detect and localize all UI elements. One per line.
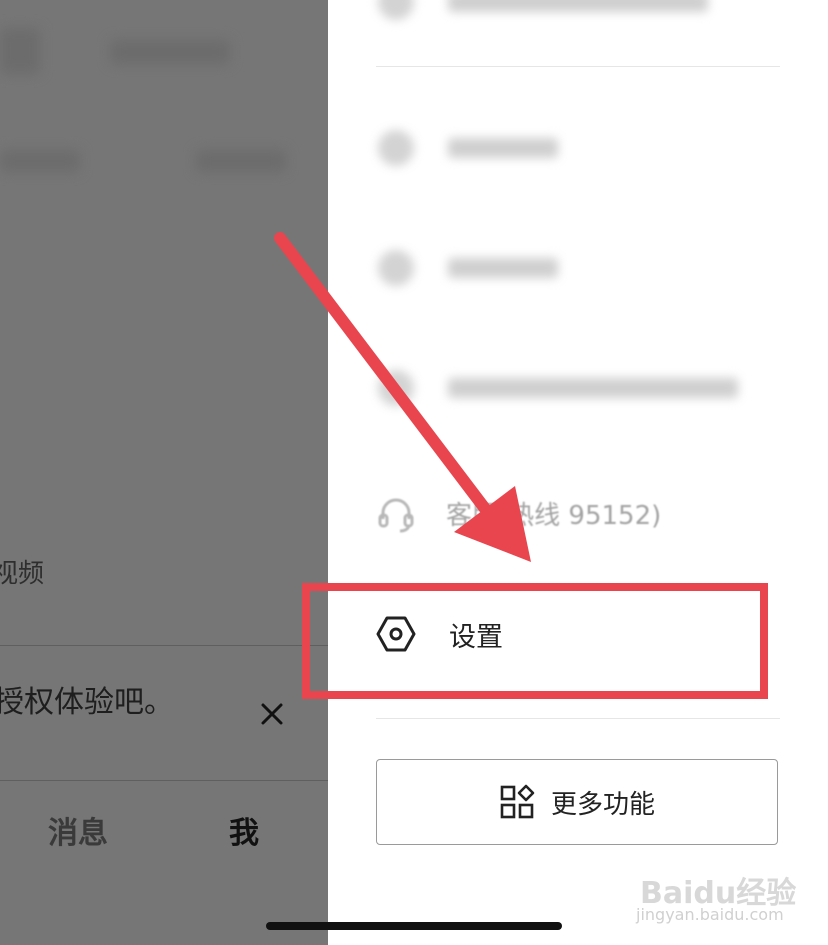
menu-item-icon: [378, 250, 414, 286]
menu-item-customer-service[interactable]: 客服(热线 95152): [376, 493, 661, 533]
menu-item-text-blurred: [448, 0, 708, 12]
divider: [0, 780, 328, 781]
more-features-button[interactable]: 更多功能: [376, 759, 778, 845]
menu-item-text-blurred: [448, 138, 558, 158]
more-features-label: 更多功能: [550, 789, 655, 820]
menu-item-text-blurred: [448, 378, 738, 398]
divider: [0, 645, 328, 646]
menu-item-icon: [378, 370, 414, 406]
authorization-banner-text: 授权体验吧。: [0, 685, 174, 720]
tab-me[interactable]: 我: [229, 808, 259, 852]
tab-messages[interactable]: 消息: [48, 808, 108, 852]
divider: [376, 66, 780, 67]
highlight-box: [302, 583, 768, 699]
menu-item-icon: [378, 130, 414, 166]
menu-item-text-blurred: [448, 258, 558, 278]
header-title-blurred: [110, 40, 230, 64]
menu-item-label: 客服(热线 95152): [446, 500, 662, 531]
home-indicator[interactable]: [266, 922, 562, 930]
menu-item-icon: [378, 0, 414, 20]
watermark-url: jingyan.baidu.com: [636, 905, 784, 924]
side-drawer: 客服(热线 95152) 设置 更多功能: [328, 0, 828, 945]
background-page: 视频 授权体验吧。 消息 我: [0, 0, 328, 945]
video-label: 视频: [0, 559, 45, 589]
headset-icon: [376, 493, 416, 533]
close-icon[interactable]: [258, 700, 286, 728]
divider: [376, 718, 780, 719]
apps-grid-icon: [499, 784, 535, 820]
filter-right-blurred: [196, 150, 286, 172]
header-left-blurred: [0, 28, 40, 74]
filter-left-blurred: [0, 150, 80, 172]
